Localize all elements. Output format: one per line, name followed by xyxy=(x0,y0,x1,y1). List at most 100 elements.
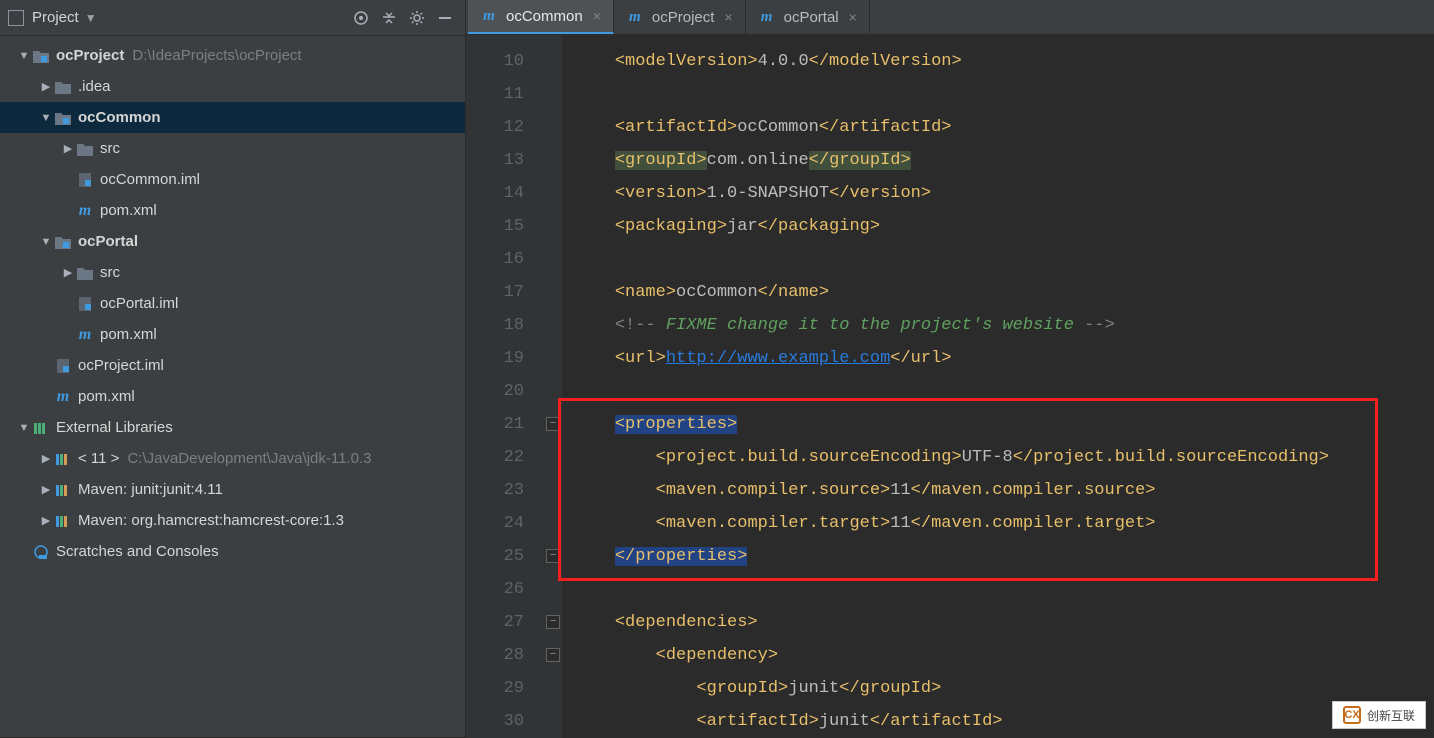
line-number[interactable]: 27 xyxy=(466,606,546,639)
tree-row[interactable]: ▶< 11 >C:\JavaDevelopment\Java\jdk-11.0.… xyxy=(0,443,465,474)
tree-row[interactable]: ▶src xyxy=(0,133,465,164)
expand-arrow-icon[interactable]: ▶ xyxy=(38,452,54,465)
tree-row[interactable]: ocCommon.iml xyxy=(0,164,465,195)
code-line[interactable]: <artifactId>ocCommon</artifactId> xyxy=(574,111,1434,144)
project-view-icon xyxy=(8,10,24,26)
fold-column[interactable]: − − − − xyxy=(546,35,562,738)
editor-tab[interactable]: mocCommon× xyxy=(468,0,614,34)
tree-row[interactable]: ▶src xyxy=(0,257,465,288)
editor-tab[interactable]: mocPortal× xyxy=(746,0,870,34)
fold-toggle-icon[interactable]: − xyxy=(546,417,560,431)
editor-tab[interactable]: mocProject× xyxy=(614,0,746,34)
code-line[interactable] xyxy=(574,243,1434,276)
code-line[interactable] xyxy=(574,78,1434,111)
line-number[interactable]: 26 xyxy=(466,573,546,606)
code-line[interactable]: <dependencies> xyxy=(574,606,1434,639)
code-line[interactable]: <artifactId>junit</artifactId> xyxy=(574,705,1434,738)
line-gutter[interactable]: 1011121314151617181920212223242526272829… xyxy=(466,35,546,738)
sidebar-title[interactable]: Project xyxy=(32,9,79,26)
code-line[interactable]: <dependency> xyxy=(574,639,1434,672)
tree-row[interactable]: ocPortal.iml xyxy=(0,288,465,319)
collapse-all-icon[interactable] xyxy=(377,6,401,30)
code-line[interactable]: <maven.compiler.target>11</maven.compile… xyxy=(574,507,1434,540)
line-number[interactable]: 10 xyxy=(466,45,546,78)
tree-row[interactable]: ▼ocProjectD:\IdeaProjects\ocProject xyxy=(0,40,465,71)
tree-row[interactable]: mpom.xml xyxy=(0,381,465,412)
code-line[interactable]: <groupId>junit</groupId> xyxy=(574,672,1434,705)
tree-item-label: External Libraries xyxy=(56,419,173,436)
tree-item-label: ocCommon.iml xyxy=(100,171,200,188)
code-content[interactable]: <modelVersion>4.0.0</modelVersion> <arti… xyxy=(562,35,1434,738)
expand-arrow-icon[interactable]: ▼ xyxy=(16,422,32,434)
watermark-text: 创新互联 xyxy=(1367,707,1415,724)
folder-icon xyxy=(76,141,94,157)
close-tab-icon[interactable]: × xyxy=(593,8,601,24)
line-number[interactable]: 16 xyxy=(466,243,546,276)
close-tab-icon[interactable]: × xyxy=(849,9,857,25)
fold-toggle-icon[interactable]: − xyxy=(546,549,560,563)
tree-row[interactable]: ocProject.iml xyxy=(0,350,465,381)
tree-row[interactable]: ▼ ocCommon xyxy=(0,102,465,133)
line-number[interactable]: 14 xyxy=(466,177,546,210)
line-number[interactable]: 17 xyxy=(466,276,546,309)
expand-arrow-icon[interactable]: ▶ xyxy=(60,142,76,155)
code-line[interactable]: <modelVersion>4.0.0</modelVersion> xyxy=(574,45,1434,78)
code-line[interactable]: </properties> xyxy=(574,540,1434,573)
iml-icon xyxy=(76,172,94,188)
line-number[interactable]: 18 xyxy=(466,309,546,342)
expand-arrow-icon[interactable]: ▶ xyxy=(38,514,54,527)
tree-row[interactable]: mpom.xml xyxy=(0,195,465,226)
line-number[interactable]: 21 xyxy=(466,408,546,441)
chevron-down-icon[interactable]: ▼ xyxy=(85,11,97,25)
code-line[interactable]: <maven.compiler.source>11</maven.compile… xyxy=(574,474,1434,507)
close-tab-icon[interactable]: × xyxy=(724,9,732,25)
code-line[interactable]: <groupId>com.online</groupId> xyxy=(574,144,1434,177)
line-number[interactable]: 12 xyxy=(466,111,546,144)
line-number[interactable]: 28 xyxy=(466,639,546,672)
tree-row[interactable]: mpom.xml xyxy=(0,319,465,350)
folder-icon xyxy=(76,265,94,281)
line-number[interactable]: 25 xyxy=(466,540,546,573)
locate-target-icon[interactable] xyxy=(349,6,373,30)
line-number[interactable]: 29 xyxy=(466,672,546,705)
fold-toggle-icon[interactable]: − xyxy=(546,648,560,662)
fold-toggle-icon[interactable]: − xyxy=(546,615,560,629)
tree-row[interactable]: ▶Maven: org.hamcrest:hamcrest-core:1.3 xyxy=(0,505,465,536)
line-number[interactable]: 23 xyxy=(466,474,546,507)
tree-item-label: ocCommon xyxy=(78,109,161,126)
expand-arrow-icon[interactable]: ▼ xyxy=(38,112,54,124)
tree-row[interactable]: ▼ocPortal xyxy=(0,226,465,257)
line-number[interactable]: 20 xyxy=(466,375,546,408)
watermark-badge: CX 创新互联 xyxy=(1332,701,1426,729)
code-line[interactable] xyxy=(574,573,1434,606)
hide-panel-icon[interactable] xyxy=(433,6,457,30)
expand-arrow-icon[interactable]: ▼ xyxy=(16,50,32,62)
line-number[interactable]: 15 xyxy=(466,210,546,243)
expand-arrow-icon[interactable]: ▶ xyxy=(38,483,54,496)
gear-icon[interactable] xyxy=(405,6,429,30)
line-number[interactable]: 30 xyxy=(466,705,546,738)
line-number[interactable]: 13 xyxy=(466,144,546,177)
tree-row[interactable]: ▶.idea xyxy=(0,71,465,102)
code-line[interactable]: <project.build.sourceEncoding>UTF-8</pro… xyxy=(574,441,1434,474)
code-line[interactable]: <url>http://www.example.com</url> xyxy=(574,342,1434,375)
project-tree[interactable]: ▼ocProjectD:\IdeaProjects\ocProject▶.ide… xyxy=(0,36,465,737)
line-number[interactable]: 22 xyxy=(466,441,546,474)
expand-arrow-icon[interactable]: ▶ xyxy=(38,80,54,93)
line-number[interactable]: 24 xyxy=(466,507,546,540)
code-line[interactable]: <packaging>jar</packaging> xyxy=(574,210,1434,243)
code-line[interactable]: <!-- FIXME change it to the project's we… xyxy=(574,309,1434,342)
tree-row[interactable]: Scratches and Consoles xyxy=(0,536,465,567)
code-line[interactable]: <version>1.0-SNAPSHOT</version> xyxy=(574,177,1434,210)
libroot-icon xyxy=(32,420,50,436)
expand-arrow-icon[interactable]: ▶ xyxy=(60,266,76,279)
code-line[interactable]: <name>ocCommon</name> xyxy=(574,276,1434,309)
code-line[interactable]: <properties> xyxy=(574,408,1434,441)
tree-row[interactable]: ▶Maven: junit:junit:4.11 xyxy=(0,474,465,505)
expand-arrow-icon[interactable]: ▼ xyxy=(38,236,54,248)
tree-row[interactable]: ▼ External Libraries xyxy=(0,412,465,443)
line-number[interactable]: 19 xyxy=(466,342,546,375)
lib-icon xyxy=(54,482,72,498)
line-number[interactable]: 11 xyxy=(466,78,546,111)
code-line[interactable] xyxy=(574,375,1434,408)
